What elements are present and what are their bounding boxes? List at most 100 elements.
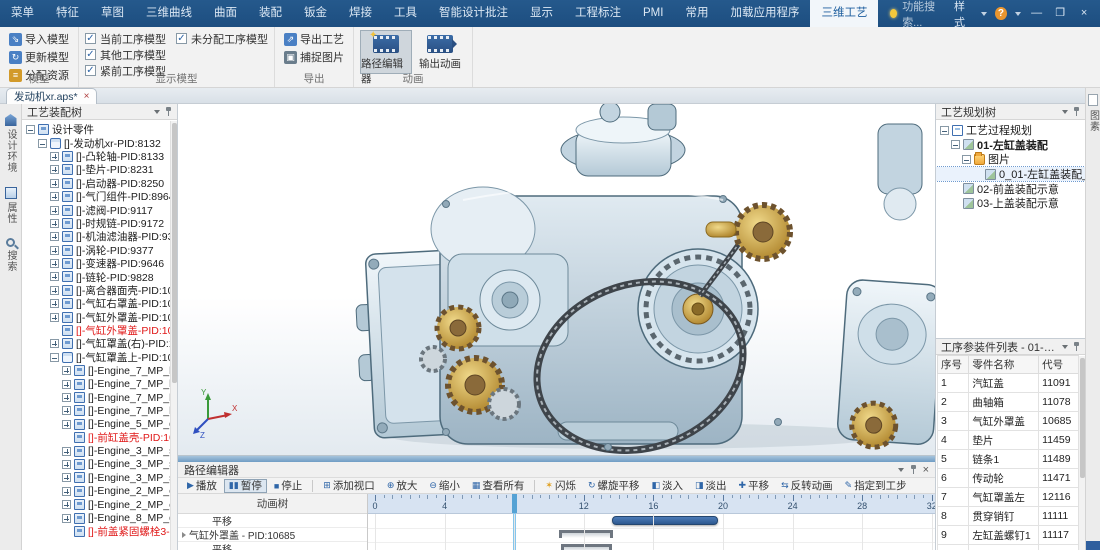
tree-expand-icon[interactable] — [62, 473, 71, 482]
menu-item[interactable]: 装配 — [248, 0, 293, 27]
tree-item[interactable]: []-涡轮-PID:9377 — [22, 244, 177, 257]
chevron-down-icon[interactable] — [1015, 12, 1021, 16]
toolbar-button[interactable]: ✶闪烁 — [540, 479, 581, 493]
menu-item[interactable]: PMI — [632, 0, 674, 27]
toolbar-button[interactable]: ⊖缩小 — [424, 479, 465, 493]
tree-expand-icon[interactable] — [62, 487, 71, 496]
expander-triangle-icon[interactable] — [182, 532, 186, 538]
chevron-down-icon[interactable] — [154, 110, 160, 114]
tree-expand-icon[interactable] — [62, 500, 71, 509]
timeline-grid[interactable]: 048121620242832 — [368, 494, 935, 550]
ribbon-big-button[interactable]: ✦路径编辑器 — [360, 30, 412, 74]
table-row[interactable]: 8贯穿销钉11111 — [938, 507, 1079, 526]
toolbar-button[interactable]: ⊞添加视口 — [318, 479, 380, 493]
viewport-3d[interactable]: Y X Z — [178, 104, 935, 455]
chevron-down-icon[interactable] — [981, 12, 987, 16]
tree-expand-icon[interactable] — [50, 246, 59, 255]
tree-item[interactable]: []-气缸罩盖(右)-PID:10 — [22, 337, 177, 350]
menu-item[interactable]: 工程标注 — [564, 0, 632, 27]
ribbon-big-button[interactable]: 输出动画 — [414, 30, 466, 74]
tree-item[interactable]: 工艺过程规划 — [936, 123, 1085, 138]
pin-icon[interactable] — [1073, 342, 1080, 351]
function-search[interactable]: 功能搜索... — [878, 0, 954, 27]
table-row[interactable]: 3气缸外罩盖10685 — [938, 412, 1079, 431]
tree-item[interactable]: []-Engine_7_MP_kl — [22, 364, 177, 377]
help-button[interactable]: ? — [995, 7, 1006, 20]
ribbon-button[interactable]: ▣捕捉图片 — [281, 48, 347, 66]
tree-expand-icon[interactable] — [62, 420, 71, 429]
table-row[interactable]: 1汽缸盖11091 — [938, 374, 1079, 393]
tree-expand-icon[interactable] — [62, 406, 71, 415]
toolbar-button[interactable]: ▶播放 — [182, 479, 222, 493]
tree-item[interactable]: []-凸轮轴-PID:8133 — [22, 150, 177, 163]
tree-item[interactable]: []-时规链-PID:9172 — [22, 217, 177, 230]
document-tab[interactable]: 发动机xr.aps* × — [6, 88, 97, 104]
table-row[interactable]: 4垫片11459 — [938, 431, 1079, 450]
tree-collapse-icon[interactable] — [962, 155, 971, 164]
tree-item[interactable]: 01-左缸盖装配 — [936, 138, 1085, 153]
tree-expand-icon[interactable] — [50, 299, 59, 308]
tree-item[interactable]: []-变速器-PID:9646 — [22, 257, 177, 270]
tree-item[interactable]: 02-前盖装配示意 — [936, 181, 1085, 196]
tree-item[interactable]: []-前盖紧固螺栓3-P — [22, 525, 177, 538]
animation-duration-bracket[interactable] — [561, 544, 611, 550]
tree-expand-icon[interactable] — [62, 380, 71, 389]
tree-item[interactable]: 设计零件 — [22, 123, 177, 136]
tree-expand-icon[interactable] — [62, 460, 71, 469]
rail-tab[interactable]: 搜索 — [3, 238, 18, 272]
animation-tree-row[interactable]: 气缸外罩盖 - PID:10685 — [178, 528, 367, 542]
table-row[interactable]: 6传动轮11471 — [938, 469, 1079, 488]
menu-item[interactable]: 三维工艺 — [810, 0, 878, 27]
chevron-down-icon[interactable] — [898, 468, 904, 472]
minimize-button[interactable]: — — [1029, 0, 1045, 27]
tree-expand-icon[interactable] — [50, 165, 59, 174]
menu-item[interactable]: 三维曲线 — [135, 0, 203, 27]
tree-expand-icon[interactable] — [50, 272, 59, 281]
tree-expand-icon[interactable] — [50, 259, 59, 268]
pin-icon[interactable] — [910, 465, 917, 474]
tree-expand-icon[interactable] — [62, 393, 71, 402]
animation-duration-bracket[interactable] — [559, 530, 613, 538]
pin-icon[interactable] — [165, 107, 172, 116]
tree-expand-icon[interactable] — [50, 219, 59, 228]
tree-item[interactable]: []-Engine_3_MP_sh — [22, 471, 177, 484]
scrollbar-thumb[interactable] — [172, 123, 177, 383]
catalog-tab[interactable]: 图素 — [1086, 110, 1100, 132]
style-menu[interactable]: 样式 — [954, 0, 973, 30]
tree-expand-icon[interactable] — [50, 339, 59, 348]
menu-item[interactable]: 工具 — [383, 0, 428, 27]
tree-item[interactable]: []-Engine_5_MP_d: — [22, 418, 177, 431]
tree-collapse-icon[interactable] — [26, 125, 35, 134]
tree-expand-icon[interactable] — [50, 232, 59, 241]
toolbar-button[interactable]: ⊕放大 — [382, 479, 423, 493]
tree-collapse-icon[interactable] — [940, 126, 949, 135]
table-row[interactable]: 9左缸盖螺钉111117 — [938, 526, 1079, 545]
toolbar-button[interactable]: ⇆反转动画 — [776, 479, 838, 493]
toolbar-button[interactable]: ↻螺旋平移 — [583, 479, 645, 493]
tree-item[interactable]: []-气缸右罩盖-PID:106 — [22, 297, 177, 310]
menu-item[interactable]: 特征 — [45, 0, 90, 27]
tree-item[interactable]: []-启动器-PID:8250 — [22, 177, 177, 190]
tree-expand-icon[interactable] — [50, 192, 59, 201]
ribbon-button[interactable]: ↻更新模型 — [6, 48, 72, 66]
tree-expand-icon[interactable] — [50, 152, 59, 161]
tree-expand-icon[interactable] — [62, 514, 71, 523]
rail-tab[interactable]: 属性 — [3, 187, 18, 224]
rail-tab[interactable]: 设计环境 — [3, 114, 18, 173]
ribbon-button[interactable]: ⇗导出工艺 — [281, 30, 347, 48]
toolbar-button[interactable]: ▮▮暂停 — [224, 479, 267, 493]
tree-item[interactable]: 03-上盖装配示意 — [936, 196, 1085, 211]
animation-segment-bar[interactable] — [612, 516, 718, 525]
menu-item[interactable]: 曲面 — [203, 0, 248, 27]
restore-button[interactable]: ❐ — [1052, 0, 1068, 27]
menu-item[interactable]: 常用 — [674, 0, 719, 27]
timeline-ruler[interactable]: 048121620242832 — [368, 494, 935, 514]
menu-item[interactable]: 加载应用程序 — [719, 0, 810, 27]
tree-item[interactable]: []-发动机xr-PID:8132 — [22, 136, 177, 149]
panel-close-icon[interactable]: × — [923, 464, 929, 476]
tree-expand-icon[interactable] — [62, 447, 71, 456]
table-row[interactable]: 5链条111489 — [938, 450, 1079, 469]
tree-item[interactable]: []-Engine_2_MP_cy — [22, 485, 177, 498]
tree-item[interactable]: []-Engine_7_MP_kl — [22, 377, 177, 390]
toolbar-button[interactable]: ◨淡出 — [690, 479, 732, 493]
